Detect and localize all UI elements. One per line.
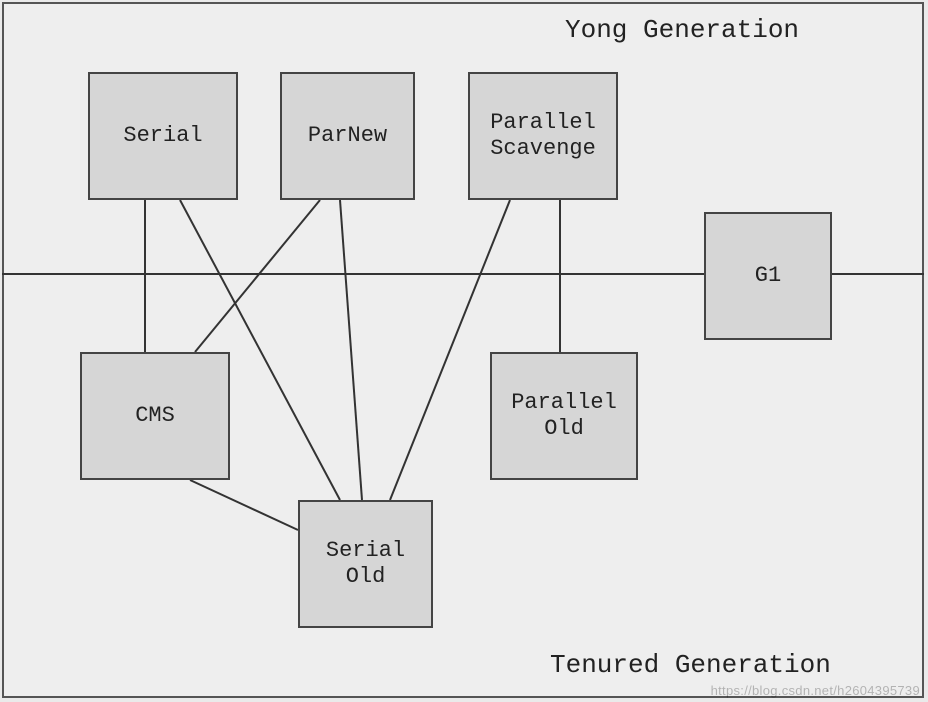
node-g1: G1 bbox=[704, 212, 832, 340]
node-serial: Serial bbox=[88, 72, 238, 200]
label-young-generation: Yong Generation bbox=[565, 15, 799, 45]
node-cms: CMS bbox=[80, 352, 230, 480]
label-tenured-generation: Tenured Generation bbox=[550, 650, 831, 680]
node-serial-old: Serial Old bbox=[298, 500, 433, 628]
node-parnew: ParNew bbox=[280, 72, 415, 200]
node-parallel-scavenge: Parallel Scavenge bbox=[468, 72, 618, 200]
watermark: https://blog.csdn.net/h2604395739 bbox=[711, 683, 920, 698]
node-parallel-old: Parallel Old bbox=[490, 352, 638, 480]
